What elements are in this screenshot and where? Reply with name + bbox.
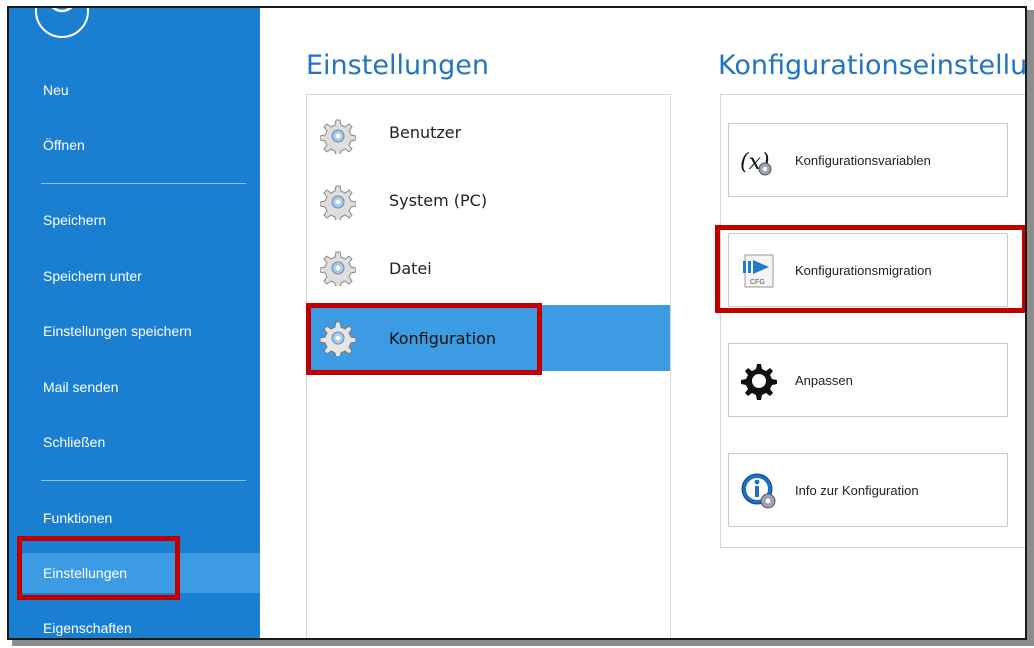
sidebar-item-mail-senden[interactable]: Mail senden: [9, 367, 260, 407]
backstage-window: Neu Öffnen Speichern Speichern unter Ein…: [7, 6, 1027, 640]
settings-item-label: Benutzer: [389, 123, 462, 142]
back-button[interactable]: [35, 8, 89, 38]
gear-icon: [741, 364, 777, 400]
tile-label: Info zur Konfiguration: [795, 483, 919, 498]
tile-anpassen[interactable]: Anpassen: [728, 343, 1008, 417]
gear-icon: [320, 119, 356, 154]
sidebar-item-funktionen[interactable]: Funktionen: [9, 498, 260, 538]
highlight-box: [306, 303, 542, 375]
highlight-box: [17, 536, 180, 600]
gear-icon: [320, 185, 356, 220]
settings-item-benutzer[interactable]: Benutzer: [307, 105, 670, 165]
gear-icon: [320, 251, 356, 286]
config-title: Konfigurationseinstellu: [718, 50, 1027, 81]
settings-item-datei[interactable]: Datei: [307, 237, 670, 297]
info-gear-icon: [741, 473, 776, 509]
sidebar-item-neu[interactable]: Neu: [9, 70, 260, 110]
highlight-box: [715, 225, 1025, 313]
settings-title: Einstellungen: [306, 50, 490, 81]
settings-item-label: System (PC): [389, 191, 488, 210]
tile-konfigurationsvariablen[interactable]: (x) Konfigurationsvariablen: [728, 123, 1008, 197]
back-arrow-icon: [51, 8, 73, 13]
sidebar-item-speichern[interactable]: Speichern: [9, 200, 260, 240]
variable-x-gear-icon: (x): [740, 150, 772, 176]
sidebar-item-speichern-unter[interactable]: Speichern unter: [9, 256, 260, 296]
sidebar-item-schliessen[interactable]: Schließen: [9, 422, 260, 462]
sidebar-divider: [41, 183, 246, 184]
settings-item-system[interactable]: System (PC): [307, 171, 670, 231]
sidebar-item-eigenschaften[interactable]: Eigenschaften: [9, 608, 260, 638]
tile-label: Konfigurationsvariablen: [795, 153, 931, 168]
sidebar-divider: [41, 480, 246, 481]
tile-info-zur-konfiguration[interactable]: Info zur Konfiguration: [728, 453, 1008, 527]
tile-label: Anpassen: [795, 373, 853, 388]
settings-item-label: Datei: [389, 259, 432, 278]
sidebar-item-einstellungen-speichern[interactable]: Einstellungen speichern: [9, 311, 260, 351]
sidebar-item-oeffnen[interactable]: Öffnen: [9, 125, 260, 165]
config-panel: (x) Konfigurationsvariablen CFG Konfigur…: [720, 94, 1025, 548]
